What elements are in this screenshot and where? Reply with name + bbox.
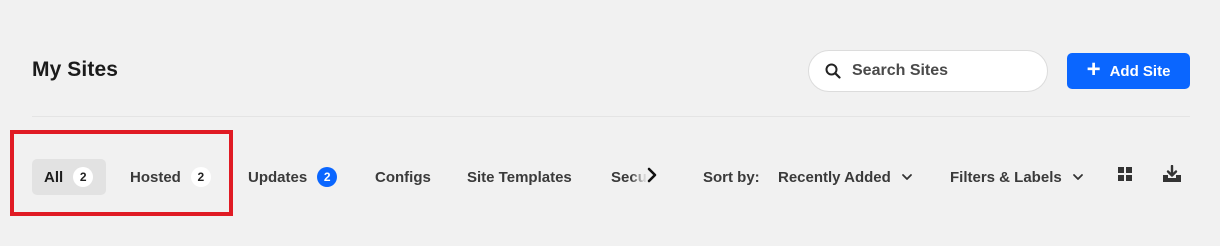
download-icon [1162,164,1182,188]
tab-updates-count-badge: 2 [317,167,338,187]
filters-labels-label: Filters & Labels [950,168,1062,186]
chevron-down-icon [901,173,913,181]
tab-all-count-badge: 2 [73,167,94,187]
grid-view-icon [1118,166,1132,186]
sort-by-label: Sort by: [703,168,760,186]
tab-hosted-count-badge: 2 [190,167,211,187]
tab-updates[interactable]: Updates 2 [248,159,338,195]
page-title: My Sites [32,58,118,81]
tab-security-label: Secu [611,168,647,186]
tab-configs-label: Configs [375,168,431,186]
tab-all[interactable]: All 2 [32,159,106,195]
chevron-right-icon [647,167,657,188]
search-input[interactable] [852,62,1032,80]
tab-all-label: All [44,168,64,186]
tab-site-templates[interactable]: Site Templates [467,159,572,195]
add-site-button[interactable]: + Add Site [1067,53,1190,89]
add-site-label: Add Site [1109,62,1171,80]
tab-hosted[interactable]: Hosted 2 [130,159,211,195]
chevron-down-icon [1072,173,1084,181]
tab-security[interactable]: Secu [611,159,647,195]
tab-configs[interactable]: Configs [375,159,431,195]
header-divider [32,116,1190,117]
plus-icon: + [1086,55,1101,83]
tabs-scroll-right-button[interactable] [644,166,660,188]
search-icon [824,62,842,80]
tab-site-templates-label: Site Templates [467,168,572,186]
sort-value: Recently Added [778,168,891,186]
tab-updates-label: Updates [248,168,308,186]
grid-view-button[interactable] [1115,166,1135,186]
sort-dropdown[interactable]: Recently Added [778,159,913,195]
export-button[interactable] [1162,164,1182,188]
tab-hosted-label: Hosted [130,168,181,186]
search-box[interactable] [808,50,1048,92]
filters-labels-dropdown[interactable]: Filters & Labels [950,159,1084,195]
